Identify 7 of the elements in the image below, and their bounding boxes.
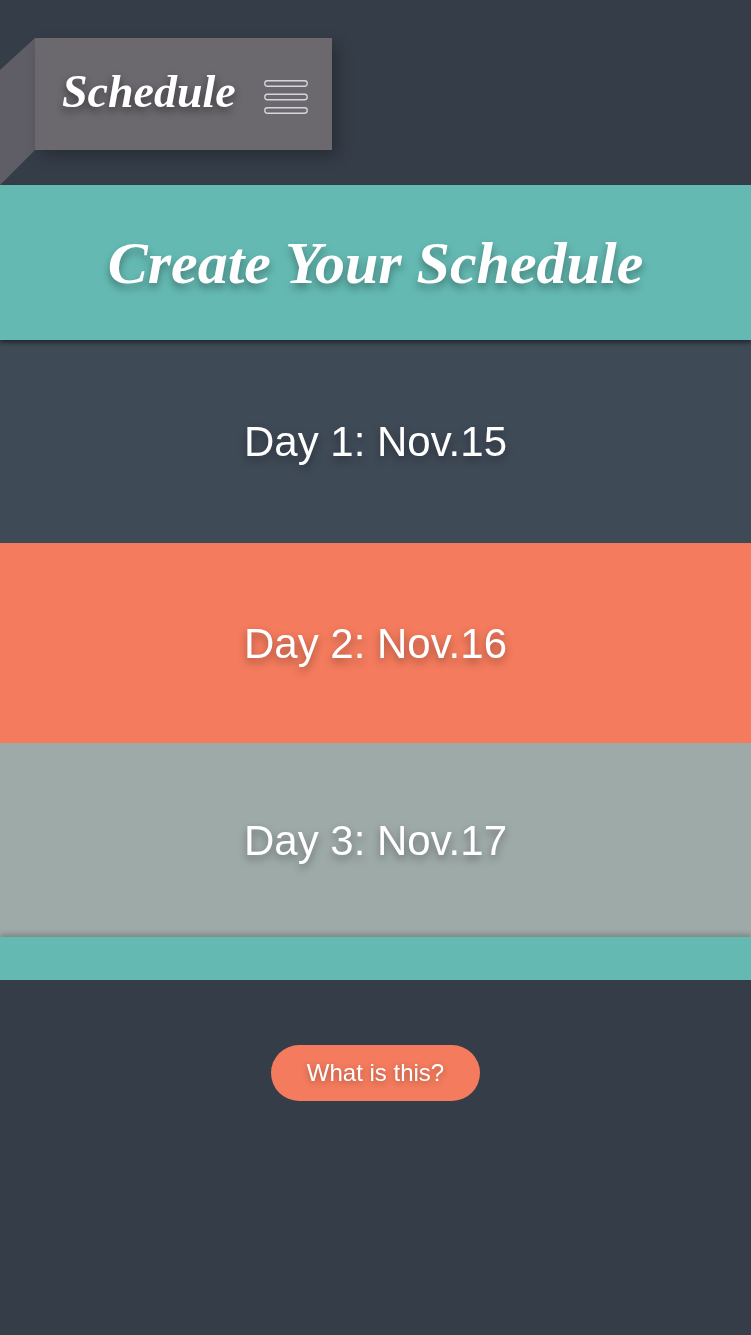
header-title: Schedule: [62, 65, 236, 119]
banner-title: Create Your Schedule: [107, 228, 644, 298]
day-band[interactable]: Day 1: Nov.15: [0, 340, 751, 543]
day-band[interactable]: Day 2: Nov.16: [0, 543, 751, 743]
day-band[interactable]: Day 3: Nov.17: [0, 743, 751, 937]
help-button[interactable]: What is this?: [271, 1045, 480, 1101]
menu-icon[interactable]: [263, 80, 308, 114]
